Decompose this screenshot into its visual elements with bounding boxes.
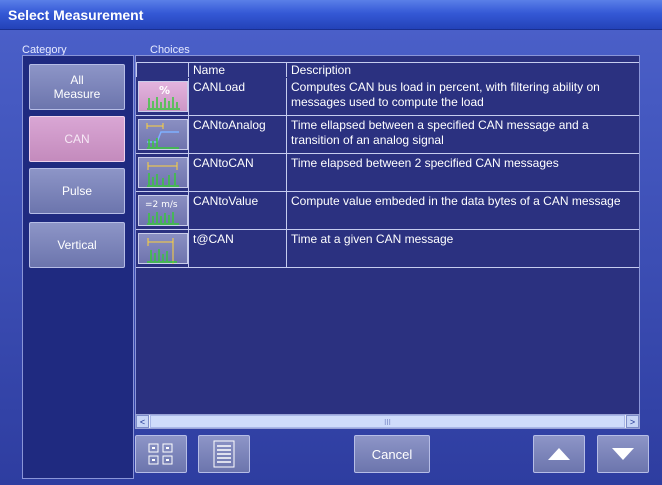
scroll-up-button[interactable] — [533, 435, 585, 473]
name-column-header[interactable]: Name — [188, 62, 286, 77]
scroll-grip: III — [384, 418, 391, 427]
list-view-button[interactable] — [198, 435, 250, 473]
choice-description: Computes CAN bus load in percent, with f… — [291, 80, 600, 109]
category-can-button[interactable]: CAN — [29, 116, 125, 162]
percent-icon: % — [138, 81, 188, 112]
time-at-can-icon — [138, 233, 188, 264]
svg-text:=2 m/s: =2 m/s — [145, 200, 178, 210]
list-item-t-at-can[interactable]: t@CAN Time at a given CAN message — [136, 230, 639, 268]
category-panel: All Measure CAN Pulse Vertical — [22, 55, 134, 479]
choices-rows: % CANLoad Computes CAN bus load in perce… — [136, 78, 639, 268]
choices-list: Name Description % CANLoad Computes CAN … — [135, 55, 640, 429]
cancel-button[interactable]: Cancel — [354, 435, 430, 473]
choice-name: CANLoad — [193, 80, 246, 94]
can-to-value-icon: =2 m/s — [138, 195, 188, 226]
category-vertical-button[interactable]: Vertical — [29, 222, 125, 268]
horizontal-scrollbar[interactable]: < III > — [135, 414, 640, 429]
category-all-measure-button[interactable]: All Measure — [29, 64, 125, 110]
choice-description: Time at a given CAN message — [291, 232, 454, 246]
can-to-can-icon — [138, 157, 188, 188]
choice-description: Time elapsed between 2 specified CAN mes… — [291, 156, 559, 170]
scroll-right-button[interactable]: > — [626, 415, 639, 428]
list-view-icon — [213, 440, 235, 468]
choice-name: CANtoValue — [193, 194, 259, 208]
choice-description: Time ellapsed between a specified CAN me… — [291, 118, 589, 147]
list-item-cantocan[interactable]: CANtoCAN Time elapsed between 2 specifie… — [136, 154, 639, 192]
category-pulse-button[interactable]: Pulse — [29, 168, 125, 214]
arrow-up-icon — [548, 448, 570, 460]
list-item-canload[interactable]: % CANLoad Computes CAN bus load in perce… — [136, 78, 639, 116]
list-item-cantoanalog[interactable]: CANtoAnalog Time ellapsed between a spec… — [136, 116, 639, 154]
choice-name: CANtoCAN — [193, 156, 254, 170]
svg-text:%: % — [159, 84, 170, 97]
can-to-analog-icon — [138, 119, 188, 150]
choice-name: CANtoAnalog — [193, 118, 266, 132]
scroll-left-button[interactable]: < — [136, 415, 149, 428]
list-header: Name Description — [136, 62, 639, 77]
arrow-down-icon — [612, 448, 634, 460]
list-item-cantovalue[interactable]: =2 m/s CANtoValue Compute value embeded … — [136, 192, 639, 230]
grid-view-icon — [148, 443, 173, 465]
choice-description: Compute value embeded in the data bytes … — [291, 194, 621, 208]
choice-name: t@CAN — [193, 232, 234, 246]
window-title: Select Measurement — [0, 0, 662, 30]
scroll-down-button[interactable] — [597, 435, 649, 473]
grid-view-button[interactable] — [135, 435, 187, 473]
scroll-thumb[interactable]: III — [150, 415, 625, 428]
icon-column-header[interactable] — [136, 62, 188, 77]
description-column-header[interactable]: Description — [286, 62, 639, 77]
